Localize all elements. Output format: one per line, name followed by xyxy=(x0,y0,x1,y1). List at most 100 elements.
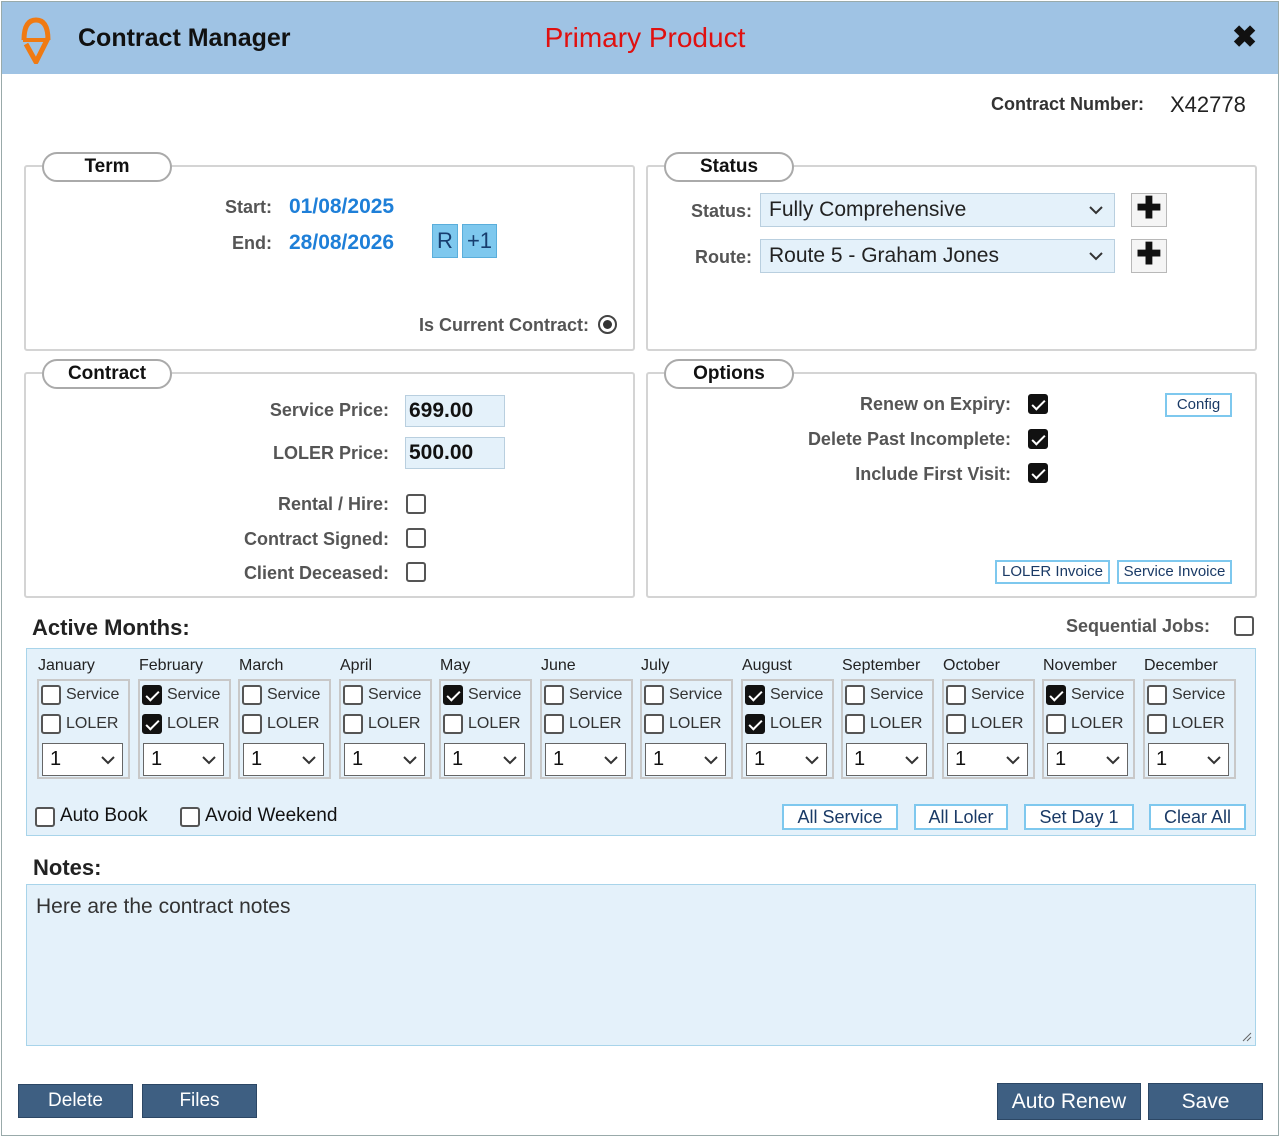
month-loler-checkbox[interactable] xyxy=(544,714,564,734)
month-day-select[interactable]: 1 xyxy=(42,743,123,776)
month-service-checkbox[interactable] xyxy=(41,685,61,705)
end-label: End: xyxy=(232,233,272,253)
month-box-may: Service LOLER 1 xyxy=(439,679,532,779)
month-loler-checkbox[interactable] xyxy=(1046,714,1066,734)
month-box-july: Service LOLER 1 xyxy=(640,679,733,779)
month-service-checkbox[interactable] xyxy=(1147,685,1167,705)
month-day-select[interactable]: 1 xyxy=(746,743,827,776)
delete-button[interactable]: Delete xyxy=(18,1084,133,1118)
notes-textarea[interactable]: Here are the contract notes xyxy=(26,884,1256,1046)
avoid-weekend-label: Avoid Weekend xyxy=(205,805,338,826)
all-service-button[interactable]: All Service xyxy=(782,804,898,830)
contract-manager-dialog: Contract Manager Primary Product ✖ Contr… xyxy=(1,1,1279,1136)
month-day-select[interactable]: 1 xyxy=(947,743,1028,776)
month-loler-checkbox[interactable] xyxy=(41,714,61,734)
plus-one-year-button[interactable]: +1 xyxy=(462,224,497,258)
month-day-value: 1 xyxy=(251,748,263,770)
add-route-button[interactable]: ✚ xyxy=(1131,239,1167,273)
clear-all-button[interactable]: Clear All xyxy=(1149,804,1246,830)
month-day-select[interactable]: 1 xyxy=(444,743,525,776)
chevron-down-icon xyxy=(302,756,316,765)
include-first-visit-checkbox[interactable] xyxy=(1028,463,1048,483)
set-day-button[interactable]: Set Day 1 xyxy=(1024,804,1134,830)
start-date[interactable]: 01/08/2025 xyxy=(289,195,394,219)
month-service-label: Service xyxy=(267,686,321,703)
month-service-checkbox[interactable] xyxy=(343,685,363,705)
is-current-contract-radio[interactable] xyxy=(598,315,617,334)
month-name-may: May xyxy=(440,657,471,674)
save-button[interactable]: Save xyxy=(1148,1083,1263,1120)
month-service-checkbox[interactable] xyxy=(946,685,966,705)
month-loler-checkbox[interactable] xyxy=(242,714,262,734)
all-loler-button[interactable]: All Loler xyxy=(914,804,1008,830)
config-button[interactable]: Config xyxy=(1165,393,1232,417)
loler-invoice-button[interactable]: LOLER Invoice xyxy=(995,560,1110,584)
avoid-weekend-checkbox[interactable] xyxy=(180,807,200,827)
status-panel-title: Status xyxy=(664,152,794,182)
month-service-checkbox[interactable] xyxy=(644,685,664,705)
contract-number-value: X42778 xyxy=(1170,92,1246,117)
month-loler-checkbox[interactable] xyxy=(845,714,865,734)
month-day-select[interactable]: 1 xyxy=(545,743,626,776)
status-select-value: Fully Comprehensive xyxy=(769,198,967,221)
month-loler-checkbox[interactable] xyxy=(946,714,966,734)
chevron-down-icon xyxy=(403,756,417,765)
month-service-checkbox[interactable] xyxy=(142,685,162,705)
delete-past-incomplete-checkbox[interactable] xyxy=(1028,429,1048,449)
month-loler-label: LOLER xyxy=(569,715,622,732)
files-button[interactable]: Files xyxy=(142,1084,257,1118)
auto-book-checkbox[interactable] xyxy=(35,807,55,827)
month-day-value: 1 xyxy=(151,748,163,770)
add-status-button[interactable]: ✚ xyxy=(1131,193,1167,227)
options-panel-title: Options xyxy=(664,359,794,389)
month-loler-checkbox[interactable] xyxy=(745,714,765,734)
month-loler-label: LOLER xyxy=(669,715,722,732)
month-loler-checkbox[interactable] xyxy=(443,714,463,734)
status-select[interactable]: Fully Comprehensive xyxy=(760,193,1115,227)
month-day-select[interactable]: 1 xyxy=(846,743,927,776)
month-day-select[interactable]: 1 xyxy=(645,743,726,776)
resize-grip-icon[interactable] xyxy=(1242,1032,1252,1042)
term-panel-title: Term xyxy=(42,152,172,182)
month-day-select[interactable]: 1 xyxy=(143,743,224,776)
month-day-value: 1 xyxy=(50,748,62,770)
month-service-checkbox[interactable] xyxy=(443,685,463,705)
month-name-september: September xyxy=(842,657,921,674)
auto-renew-button[interactable]: Auto Renew xyxy=(997,1083,1141,1120)
month-day-select[interactable]: 1 xyxy=(1148,743,1229,776)
month-service-checkbox[interactable] xyxy=(845,685,865,705)
month-name-december: December xyxy=(1144,657,1218,674)
route-select-value: Route 5 - Graham Jones xyxy=(769,244,999,267)
rental-hire-checkbox[interactable] xyxy=(406,494,426,514)
month-loler-checkbox[interactable] xyxy=(343,714,363,734)
month-box-february: Service LOLER 1 xyxy=(138,679,231,779)
month-loler-label: LOLER xyxy=(1071,715,1124,732)
month-day-select[interactable]: 1 xyxy=(1047,743,1128,776)
renew-on-expiry-checkbox[interactable] xyxy=(1028,394,1048,414)
service-invoice-button[interactable]: Service Invoice xyxy=(1117,560,1232,584)
route-select[interactable]: Route 5 - Graham Jones xyxy=(760,239,1115,273)
month-service-checkbox[interactable] xyxy=(1046,685,1066,705)
month-loler-checkbox[interactable] xyxy=(644,714,664,734)
month-service-checkbox[interactable] xyxy=(544,685,564,705)
month-day-select[interactable]: 1 xyxy=(243,743,324,776)
month-loler-checkbox[interactable] xyxy=(1147,714,1167,734)
rental-hire-label: Rental / Hire: xyxy=(277,494,389,514)
month-day-value: 1 xyxy=(955,748,967,770)
client-deceased-checkbox[interactable] xyxy=(406,562,426,582)
month-service-label: Service xyxy=(368,686,422,703)
loler-price-input[interactable]: 500.00 xyxy=(405,437,505,469)
renew-r-button[interactable]: R xyxy=(432,224,458,258)
contract-panel: Contract Service Price: 699.00 LOLER Pri… xyxy=(24,359,635,598)
month-service-checkbox[interactable] xyxy=(242,685,262,705)
month-loler-checkbox[interactable] xyxy=(142,714,162,734)
month-name-february: February xyxy=(139,657,204,674)
month-day-select[interactable]: 1 xyxy=(344,743,425,776)
end-date[interactable]: 28/08/2026 xyxy=(289,231,394,255)
contract-signed-checkbox[interactable] xyxy=(406,528,426,548)
sequential-jobs-checkbox[interactable] xyxy=(1234,616,1254,636)
month-service-checkbox[interactable] xyxy=(745,685,765,705)
include-first-visit-label: Include First Visit: xyxy=(855,464,1011,484)
service-price-input[interactable]: 699.00 xyxy=(405,395,505,427)
close-icon[interactable]: ✖ xyxy=(1232,20,1257,55)
